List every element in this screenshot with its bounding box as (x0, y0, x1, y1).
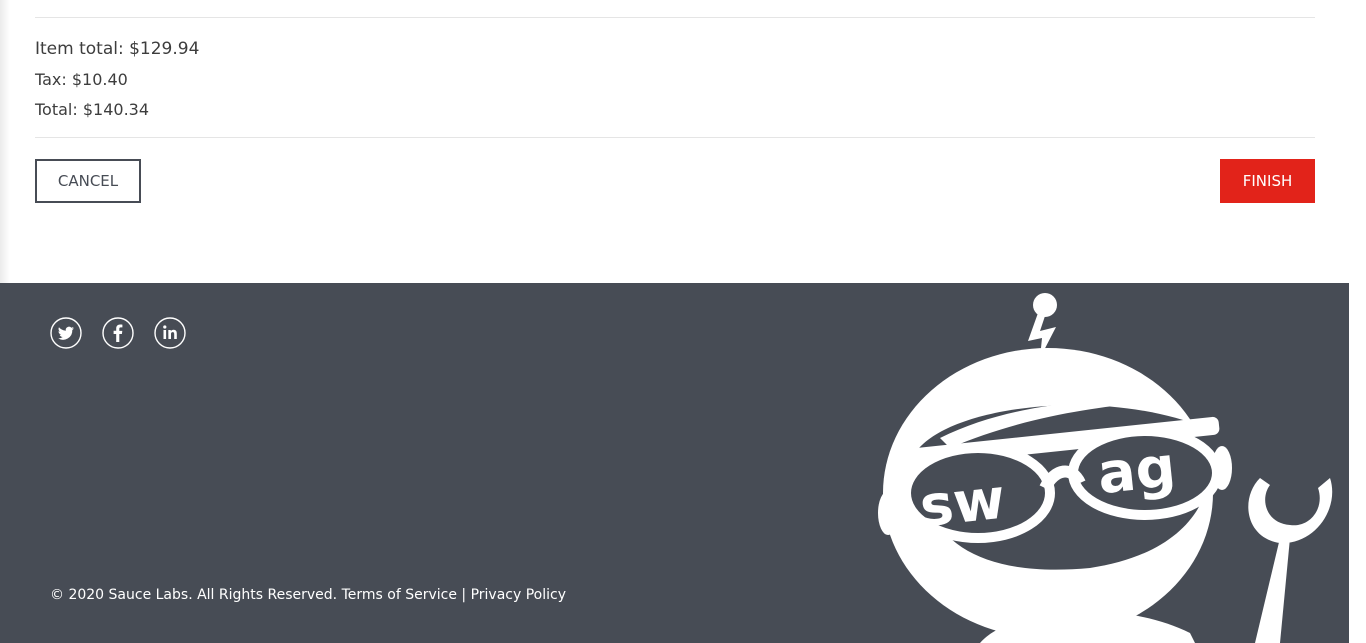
finish-button[interactable]: FINISH (1220, 159, 1315, 203)
svg-text:sw: sw (917, 467, 1008, 541)
facebook-icon[interactable] (102, 317, 134, 349)
copyright-text: © 2020 Sauce Labs. All Rights Reserved. (50, 587, 338, 603)
cancel-button[interactable]: CANCEL (35, 159, 141, 203)
tax-label: Tax: $10.40 (35, 70, 128, 89)
copyright-line: © 2020 Sauce Labs. All Rights Reserved. … (50, 587, 566, 603)
swag-bot-mascot: sw ag (878, 293, 1333, 643)
linkedin-icon[interactable] (154, 317, 186, 349)
privacy-link[interactable]: Privacy Policy (471, 587, 566, 603)
svg-text:ag: ag (1095, 434, 1179, 507)
terms-link[interactable]: Terms of Service (342, 587, 457, 603)
link-separator: | (461, 587, 467, 603)
item-total-label: Item total: $129.94 (35, 39, 200, 59)
twitter-icon[interactable] (50, 317, 82, 349)
total-label: Total: $140.34 (35, 100, 150, 119)
divider-top (35, 17, 1315, 18)
divider-bottom (35, 137, 1315, 138)
footer: © 2020 Sauce Labs. All Rights Reserved. … (0, 283, 1349, 643)
